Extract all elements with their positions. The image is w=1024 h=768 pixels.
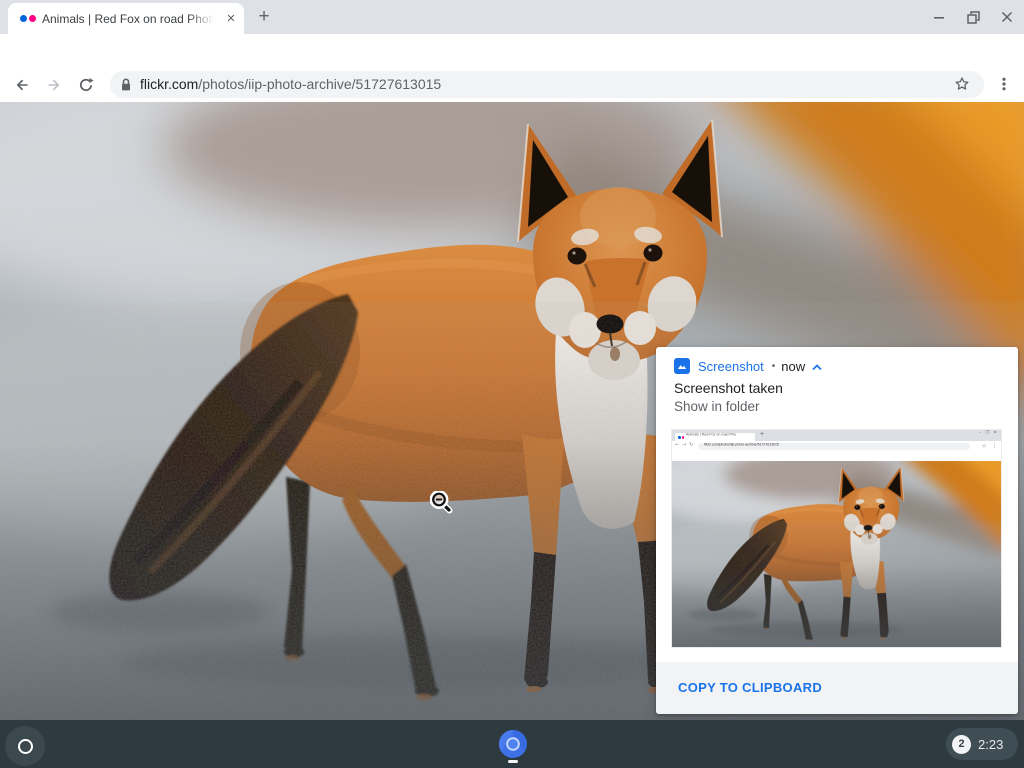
thumb-tab-strip: Animals | Red Fox on road Pho + – ❐ ✕ [672,430,1001,441]
window-controls [922,0,1024,34]
thumb-toolbar: ← → ↻ flickr.com/photos/iip-photo-archiv… [672,441,1001,452]
minimize-icon [933,11,945,23]
status-tray[interactable]: 2 2:23 [946,728,1018,760]
copy-to-clipboard-button[interactable]: COPY TO CLIPBOARD [678,662,822,714]
tab-close-button[interactable]: ✕ [222,10,240,28]
browser-toolbar: flickr.com/photos/iip-photo-archive/5172… [0,34,1024,68]
plus-icon: + [258,6,269,27]
notification-timestamp: now [781,359,805,374]
browser-window: Animals | Red Fox on road Photo ✕ + [0,0,1024,720]
bookmark-star-icon[interactable] [954,76,970,92]
notification-separator: • [772,361,776,372]
screenshot-app-icon [674,358,690,374]
url-host: flickr.com [140,76,198,92]
thumb-plus-icon: + [760,431,764,438]
screenshot-notification: Screenshot • now Screenshot taken Show i… [656,347,1018,714]
chevron-up-icon[interactable] [811,363,823,372]
launcher-button[interactable] [5,726,45,766]
thumb-page-gap [672,452,1001,461]
active-app-indicator [508,760,518,763]
thumb-star-icon: ☆ [981,443,986,449]
thumb-flickr-favicon-icon [678,436,684,439]
clock: 2:23 [978,737,1003,752]
thumb-tab: Animals | Red Fox on road Pho [675,433,755,441]
chromium-app-button[interactable] [498,726,528,762]
restore-button[interactable] [956,0,990,34]
thumb-tab-title: Animals | Red Fox on road Pho [686,433,752,437]
forward-icon[interactable] [46,77,62,93]
close-window-button[interactable] [990,0,1024,34]
restore-icon [967,11,980,24]
thumb-window-controls: – ❐ ✕ [979,430,998,435]
minimize-button[interactable] [922,0,956,34]
thumb-fox-photo [672,461,1001,647]
notification-header: Screenshot • now [674,358,823,374]
flickr-favicon-icon [20,14,38,23]
close-icon [1001,11,1013,23]
notification-app-name: Screenshot [698,359,764,374]
close-icon: ✕ [226,13,235,25]
thumb-menu-icon: ⋮ [992,443,998,449]
back-icon[interactable] [14,77,30,93]
notification-footer: COPY TO CLIPBOARD [656,662,1018,714]
tab-title: Animals | Red Fox on road Photo [42,12,214,27]
show-in-folder-link[interactable]: Show in folder [674,399,760,414]
notification-count-badge: 2 [952,735,971,754]
chromium-icon [499,730,527,758]
thumb-url: flickr.com/photos/iip-photo-archive/5172… [704,443,779,446]
url-text[interactable]: flickr.com/photos/iip-photo-archive/5172… [140,71,441,98]
shelf: 2 2:23 [0,720,1024,768]
lock-icon [120,77,132,93]
new-tab-button[interactable]: + [252,5,276,29]
notification-title: Screenshot taken [674,380,783,396]
tab-strip: Animals | Red Fox on road Photo ✕ + [0,0,1024,34]
kebab-menu-icon[interactable] [996,76,1012,92]
thumb-address-bar: flickr.com/photos/iip-photo-archive/5172… [698,443,970,450]
url-path: /photos/iip-photo-archive/51727613015 [198,76,441,92]
launcher-icon [18,739,33,754]
reload-icon[interactable] [78,77,94,93]
thumb-nav-icons: ← → ↻ [675,442,694,448]
screenshot-thumbnail[interactable]: Animals | Red Fox on road Pho + – ❐ ✕ ← … [672,430,1001,647]
tab-animals-red-fox[interactable]: Animals | Red Fox on road Photo ✕ [8,3,244,34]
